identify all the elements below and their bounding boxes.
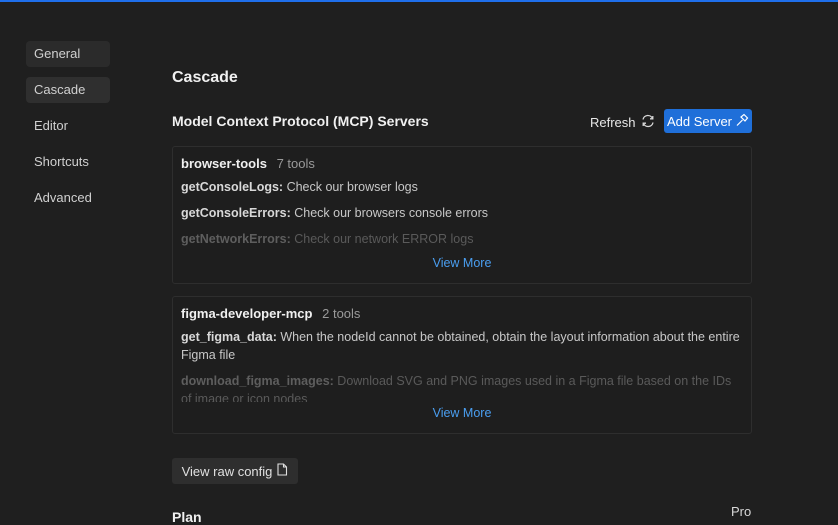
mcp-server-card-figma-developer-mcp: figma-developer-mcp 2 tools get_figma_da… (172, 296, 752, 434)
refresh-label: Refresh (590, 115, 636, 130)
plan-section-title: Plan (172, 509, 202, 525)
mcp-section-title: Model Context Protocol (MCP) Servers (172, 113, 429, 129)
window-top-accent-line (0, 0, 838, 2)
raw-config-label: View raw config (181, 463, 273, 479)
tool-name: getConsoleErrors: (181, 206, 291, 220)
page-title: Cascade (172, 69, 238, 86)
hammer-icon (735, 113, 749, 130)
server-tool-count: 7 tools (276, 156, 315, 171)
mcp-header: Model Context Protocol (MCP) Servers Ref… (172, 109, 752, 133)
add-server-button[interactable]: Add Server (664, 109, 752, 133)
refresh-button[interactable]: Refresh (590, 113, 656, 132)
settings-sidebar: General Cascade Editor Shortcuts Advance… (26, 41, 110, 221)
refresh-icon (640, 113, 656, 132)
view-raw-config-button[interactable]: View raw config (172, 458, 298, 484)
tool-name: download_figma_images: (181, 374, 334, 388)
tool-name: getConsoleLogs: (181, 180, 284, 194)
tool-item: download_figma_images: Download SVG and … (181, 372, 741, 402)
sidebar-item-cascade[interactable]: Cascade (26, 77, 110, 103)
view-more-link[interactable]: View More (173, 406, 751, 420)
server-header: browser-tools 7 tools (181, 156, 315, 171)
tool-overflow-clip: download_figma_images: Download SVG and … (173, 372, 751, 402)
tool-description: Check our browsers console errors (290, 206, 489, 220)
tool-item: getNetworkErrors: Check our network ERRO… (181, 230, 741, 246)
tool-name: getNetworkErrors: (181, 232, 291, 246)
server-name: browser-tools (181, 156, 267, 171)
server-header: figma-developer-mcp 2 tools (181, 306, 360, 321)
view-more-link[interactable]: View More (173, 256, 751, 270)
sidebar-item-general[interactable]: General (26, 41, 110, 67)
tool-item: get_figma_data: When the nodeId cannot b… (181, 328, 741, 364)
tool-item: getConsoleLogs: Check our browser logs (181, 178, 741, 196)
tool-item: getConsoleErrors: Check our browsers con… (181, 204, 741, 222)
plan-badge: Pro (731, 504, 752, 519)
tool-description: Check our network ERROR logs (290, 232, 474, 246)
server-tool-count: 2 tools (322, 306, 361, 321)
tool-name: get_figma_data: (181, 330, 277, 344)
sidebar-item-editor[interactable]: Editor (26, 113, 110, 139)
sidebar-item-advanced[interactable]: Advanced (26, 185, 110, 211)
server-name: figma-developer-mcp (181, 306, 313, 321)
add-server-label: Add Server (666, 113, 733, 129)
sidebar-item-shortcuts[interactable]: Shortcuts (26, 149, 110, 175)
file-icon (276, 463, 288, 479)
tool-description: Check our browser logs (283, 180, 418, 194)
tool-overflow-clip: getNetworkErrors: Check our network ERRO… (173, 230, 751, 246)
mcp-server-card-browser-tools: browser-tools 7 tools getConsoleLogs: Ch… (172, 146, 752, 284)
